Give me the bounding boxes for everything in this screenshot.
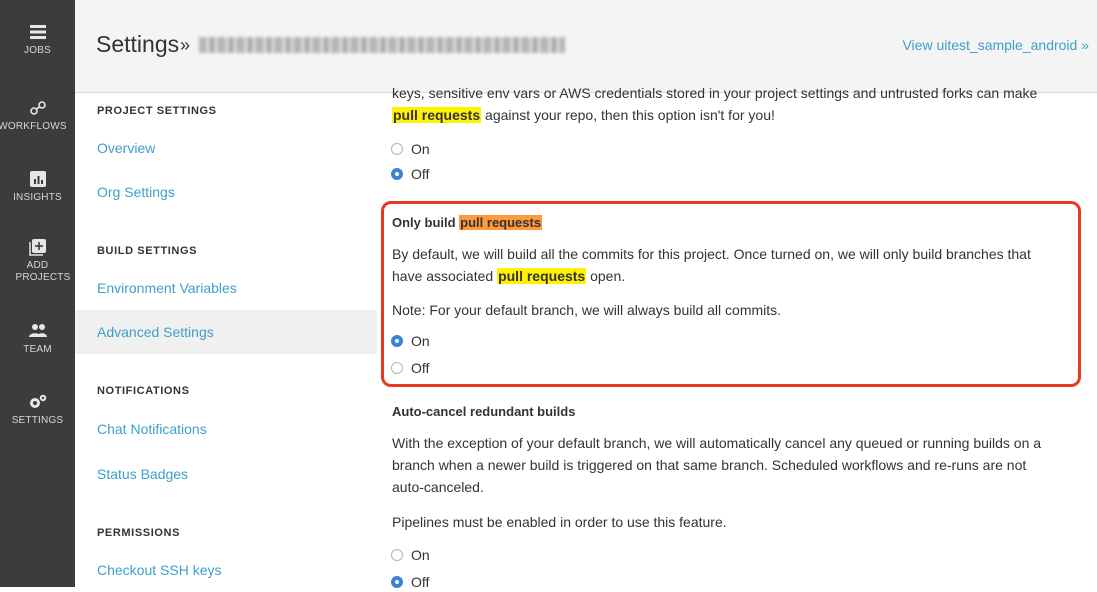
auto-cancel-line1: With the exception of your default branc… xyxy=(392,435,1042,451)
radio-button-selected[interactable] xyxy=(391,168,403,181)
auto-cancel-radio-on[interactable]: On xyxy=(391,547,430,565)
radio-button[interactable] xyxy=(391,143,403,156)
radio-label: On xyxy=(411,141,430,157)
section-project-settings: PROJECT SETTINGS xyxy=(97,105,217,117)
rail-item-jobs[interactable]: JOBS xyxy=(0,23,75,57)
auto-cancel-description: With the exception of your default branc… xyxy=(392,432,1082,498)
rail-item-team[interactable]: TEAM xyxy=(0,322,75,356)
radio-label: On xyxy=(411,547,430,563)
rail-label-insights: INSIGHTS xyxy=(13,192,62,203)
nav-overview[interactable]: Overview xyxy=(97,140,155,156)
rail-item-add-projects[interactable]: ADD PROJECTS xyxy=(0,238,75,284)
blurred-project-name xyxy=(199,37,565,53)
rail-item-insights[interactable]: INSIGHTS xyxy=(0,170,75,204)
auto-cancel-heading: Auto-cancel redundant builds xyxy=(392,404,576,419)
highlight-pull-requests: pull requests xyxy=(392,107,482,123)
prev-setting-text: keys, sensitive env vars or AWS credenti… xyxy=(392,82,1082,126)
settings-icon xyxy=(29,394,46,408)
nav-environment-variables[interactable]: Environment Variables xyxy=(97,280,237,296)
auto-cancel-radio-off[interactable]: Off xyxy=(391,574,429,592)
add-projects-icon xyxy=(28,239,46,256)
icon-rail: JOBS WORKFLOWS INSIGHTS ADD PROJECTS TEA… xyxy=(0,0,75,587)
annotation-highlight-box xyxy=(381,201,1081,387)
auto-cancel-line3: auto-canceled. xyxy=(392,479,484,495)
nav-status-badges[interactable]: Status Badges xyxy=(97,466,188,482)
nav-checkout-ssh-keys[interactable]: Checkout SSH keys xyxy=(97,562,222,578)
radio-button[interactable] xyxy=(391,549,403,562)
rail-item-workflows[interactable]: WORKFLOWS xyxy=(0,99,75,133)
workflows-icon xyxy=(29,101,46,115)
nav-chat-notifications[interactable]: Chat Notifications xyxy=(97,421,207,437)
radio-button-selected[interactable] xyxy=(391,576,403,589)
rail-label-add-projects: ADD PROJECTS xyxy=(15,260,71,283)
section-permissions: PERMISSIONS xyxy=(97,527,181,539)
view-project-link[interactable]: View uitest_sample_android » xyxy=(902,37,1089,53)
prev-setting-text-line1: keys, sensitive env vars or AWS credenti… xyxy=(392,85,1038,101)
rail-label-team: TEAM xyxy=(23,344,52,355)
radio-label: Off xyxy=(411,574,430,590)
team-icon xyxy=(28,324,47,337)
rail-item-settings[interactable]: SETTINGS xyxy=(0,393,75,427)
auto-cancel-note: Pipelines must be enabled in order to us… xyxy=(392,514,727,530)
jobs-icon xyxy=(29,25,46,39)
radio-label: Off xyxy=(411,166,430,182)
insights-icon xyxy=(29,171,46,187)
rail-label-settings: SETTINGS xyxy=(11,415,64,426)
nav-advanced-settings[interactable]: Advanced Settings xyxy=(97,324,214,340)
prev-radio-off[interactable]: Off xyxy=(391,166,429,184)
section-notifications: NOTIFICATIONS xyxy=(97,385,190,397)
section-build-settings: BUILD SETTINGS xyxy=(97,245,198,257)
settings-nav: PROJECT SETTINGS Overview Org Settings B… xyxy=(75,93,377,587)
prev-setting-text-line2: against your repo, then this option isn'… xyxy=(481,107,775,123)
rail-label-jobs: JOBS xyxy=(24,45,51,56)
page-title: Settings xyxy=(96,31,180,57)
auto-cancel-line2: branch when a newer build is triggered o… xyxy=(392,457,1027,473)
nav-org-settings[interactable]: Org Settings xyxy=(97,184,175,200)
breadcrumb-separator: » xyxy=(180,35,191,55)
rail-label-workflows: WORKFLOWS xyxy=(0,121,67,132)
prev-radio-on[interactable]: On xyxy=(391,141,430,159)
